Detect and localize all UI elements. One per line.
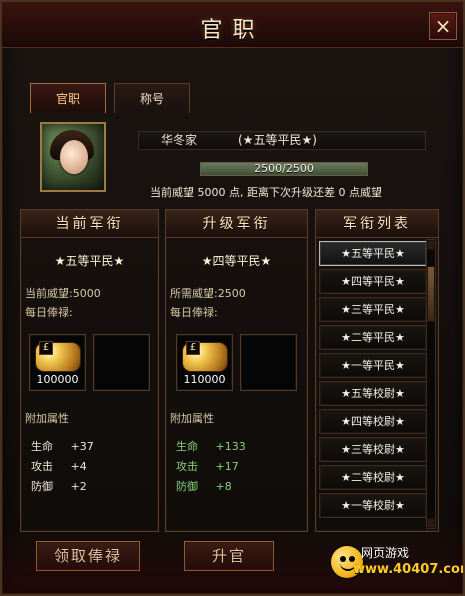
stat-name: 防御 bbox=[176, 480, 198, 493]
rank-list-item[interactable]: ★四等校尉★ bbox=[319, 409, 427, 434]
rank-list-item[interactable]: ★一等校尉★ bbox=[319, 493, 427, 518]
scroll-thumb[interactable] bbox=[427, 266, 435, 322]
prestige-progress-text: 2500/2500 bbox=[254, 162, 314, 175]
rank-list-item[interactable]: ★三等平民★ bbox=[319, 297, 427, 322]
player-rank: (★五等平民★) bbox=[238, 133, 317, 147]
rank-list-item[interactable]: ★五等平民★ bbox=[319, 241, 427, 266]
stat-value: +133 bbox=[215, 440, 246, 453]
watermark-title: 网页游戏 bbox=[361, 546, 410, 560]
empty-reward-slot[interactable] bbox=[93, 334, 150, 391]
reward-quantity: 100000 bbox=[36, 373, 79, 386]
watermark-url: www.40407.com bbox=[353, 562, 465, 577]
stat-value: +17 bbox=[215, 460, 239, 473]
portrait-face bbox=[60, 140, 88, 174]
rank-list-item[interactable]: ★二等校尉★ bbox=[319, 465, 427, 490]
promote-button[interactable]: 升官 bbox=[184, 541, 274, 571]
player-portrait bbox=[40, 122, 106, 192]
stat-row: 生命 +37 bbox=[31, 438, 131, 454]
upgrade-reward-slot[interactable]: £ 110000 bbox=[176, 334, 233, 391]
player-name-bar: 华冬家 (★五等平民★) bbox=[138, 131, 426, 150]
rank-list-item[interactable]: ★四等平民★ bbox=[319, 269, 427, 294]
stat-row: 防御 +2 bbox=[31, 478, 131, 494]
stat-row: 攻击 +17 bbox=[176, 458, 276, 474]
stat-row: 攻击 +4 bbox=[31, 458, 131, 474]
rank-list-panel: 军衔列表 ★五等平民★ ★四等平民★ ★三等平民★ ★二等平民★ ★一等平民★ … bbox=[315, 209, 439, 532]
scroll-down-button[interactable] bbox=[427, 518, 435, 528]
collect-salary-button[interactable]: 领取俸禄 bbox=[36, 541, 140, 571]
current-salary-label: 每日俸禄: bbox=[25, 306, 73, 319]
upgrade-rank-panel: 升级军衔 ★四等平民★ 所需威望:2500 每日俸禄: £ 110000 附加属… bbox=[165, 209, 308, 532]
rank-list-item[interactable]: ★五等校尉★ bbox=[319, 381, 427, 406]
current-prestige-label: 当前威望:5000 bbox=[25, 287, 101, 300]
current-rank: ★五等平民★ bbox=[54, 254, 125, 268]
stat-name: 生命 bbox=[31, 440, 53, 453]
current-rank-panel: 当前军衔 ★五等平民★ 当前威望:5000 每日俸禄: £ 100000 附加属… bbox=[20, 209, 159, 532]
stat-value: +8 bbox=[215, 480, 232, 493]
panel-header: 当前军衔 bbox=[21, 210, 158, 238]
title-bar: 官职 × bbox=[2, 2, 463, 48]
scroll-up-button[interactable] bbox=[427, 240, 435, 250]
panel-header: 升级军衔 bbox=[166, 210, 307, 238]
rank-list-scrollbar[interactable] bbox=[426, 239, 436, 529]
officer-rank-window: 官职 × 官职 称号 华冬家 (★五等平民★) 2500/2500 当前威望 5… bbox=[0, 0, 465, 596]
window-title: 官职 bbox=[200, 18, 265, 43]
close-button[interactable]: × bbox=[429, 12, 457, 40]
salary-reward-slot[interactable]: £ 100000 bbox=[29, 334, 86, 391]
tab-official[interactable]: 官职 bbox=[30, 83, 106, 113]
empty-reward-slot[interactable] bbox=[240, 334, 297, 391]
stat-name: 生命 bbox=[176, 440, 198, 453]
stat-value: +4 bbox=[70, 460, 87, 473]
attribute-label: 附加属性 bbox=[170, 412, 214, 425]
close-icon: × bbox=[434, 14, 452, 38]
rank-list: ★五等平民★ ★四等平民★ ★三等平民★ ★二等平民★ ★一等平民★ ★五等校尉… bbox=[319, 239, 427, 529]
stat-value: +2 bbox=[70, 480, 87, 493]
upgrade-rank: ★四等平民★ bbox=[201, 254, 272, 268]
stat-row: 生命 +133 bbox=[176, 438, 276, 454]
tab-title[interactable]: 称号 bbox=[114, 83, 190, 113]
rank-list-item[interactable]: ★三等校尉★ bbox=[319, 437, 427, 462]
player-name: 华冬家 bbox=[161, 133, 198, 147]
coin-currency-icon: £ bbox=[186, 341, 200, 355]
required-prestige-label: 所需威望:2500 bbox=[170, 287, 246, 300]
panel-header: 军衔列表 bbox=[316, 210, 438, 238]
stat-name: 攻击 bbox=[176, 460, 198, 473]
stat-value: +37 bbox=[70, 440, 94, 453]
stat-name: 防御 bbox=[31, 480, 53, 493]
tab-label: 称号 bbox=[139, 92, 164, 106]
upgrade-salary-label: 每日俸禄: bbox=[170, 306, 218, 319]
tab-label: 官职 bbox=[55, 92, 80, 106]
coin-currency-icon: £ bbox=[39, 341, 53, 355]
watermark: 网页游戏 www.40407.com bbox=[331, 544, 463, 588]
button-label: 升官 bbox=[211, 547, 246, 565]
rank-list-item[interactable]: ★二等平民★ bbox=[319, 325, 427, 350]
attribute-label: 附加属性 bbox=[25, 412, 69, 425]
button-label: 领取俸禄 bbox=[53, 547, 122, 565]
prestige-progress-bar: 2500/2500 bbox=[200, 162, 368, 176]
stat-name: 攻击 bbox=[31, 460, 53, 473]
prestige-status-line: 当前威望 5000 点, 距离下次升级还差 0 点威望 bbox=[150, 186, 382, 199]
rank-list-item[interactable]: ★一等平民★ bbox=[319, 353, 427, 378]
reward-quantity: 110000 bbox=[183, 373, 226, 386]
stat-row: 防御 +8 bbox=[176, 478, 276, 494]
